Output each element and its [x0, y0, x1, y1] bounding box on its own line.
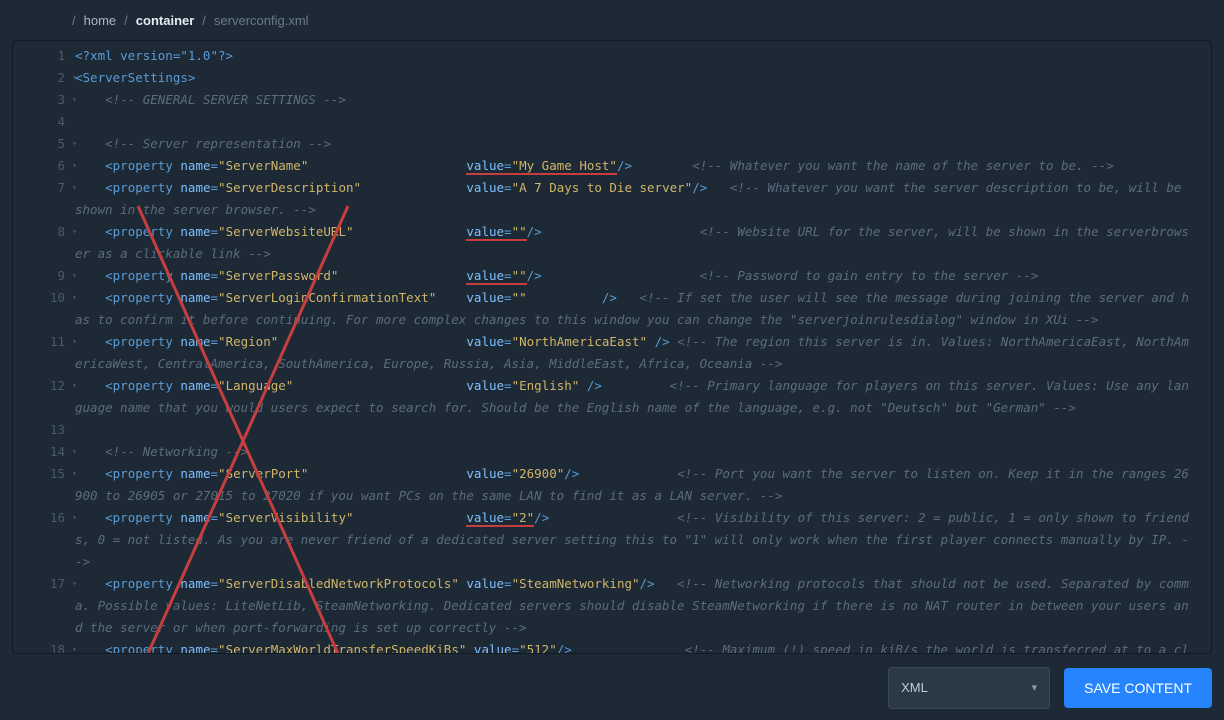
syntax-select-value: XML: [901, 680, 928, 695]
crumb-container[interactable]: container: [136, 13, 195, 28]
breadcrumb-separator: /: [72, 13, 76, 28]
editor-footer: XML ▾ SAVE CONTENT: [12, 655, 1212, 720]
xml-declaration: <?xml version="1.0"?>: [75, 48, 233, 63]
breadcrumb: / home / container / serverconfig.xml: [12, 0, 1212, 40]
breadcrumb-separator: /: [124, 13, 128, 28]
crumb-home[interactable]: home: [84, 13, 117, 28]
comment: <!-- Server representation -->: [105, 136, 331, 151]
code-editor[interactable]: 1<?xml version="1.0"?> 2▾<ServerSettings…: [12, 40, 1212, 654]
crumb-file: serverconfig.xml: [214, 13, 309, 28]
chevron-down-icon: ▾: [1032, 681, 1038, 694]
syntax-select[interactable]: XML ▾: [888, 667, 1050, 709]
save-content-button[interactable]: SAVE CONTENT: [1064, 668, 1212, 708]
comment: <!-- GENERAL SERVER SETTINGS -->: [105, 92, 346, 107]
breadcrumb-separator: /: [202, 13, 206, 28]
